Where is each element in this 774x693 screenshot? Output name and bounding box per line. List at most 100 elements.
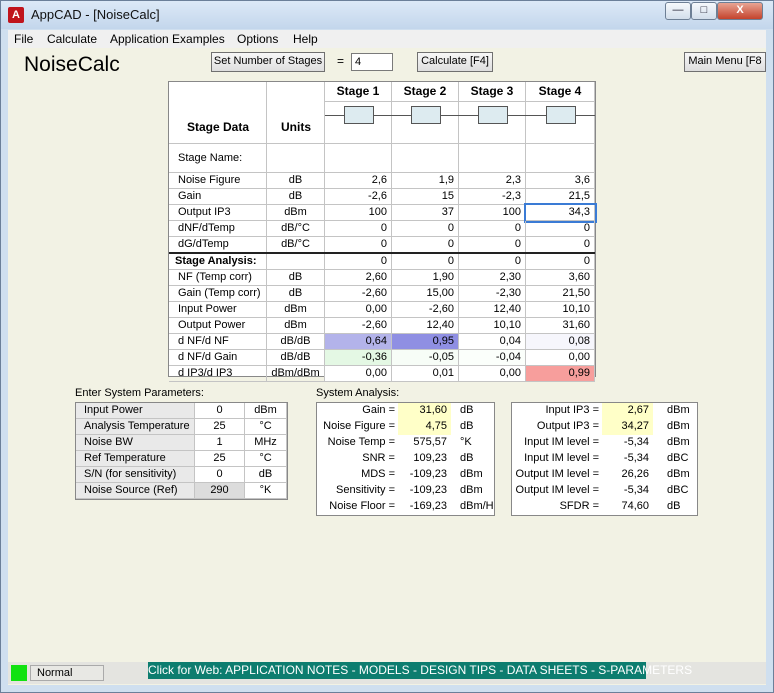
param-ref-temperature-input[interactable]: 25 [195, 451, 245, 467]
stage-analysis-value: 0 [526, 254, 595, 270]
param-input-power-input[interactable]: 0 [195, 403, 245, 419]
dg-dtemp-input[interactable]: 0 [392, 237, 459, 253]
param-noise-source-ref-label: Noise Source (Ref) [76, 483, 195, 499]
output-ip3-input[interactable]: 34,3 [524, 203, 597, 223]
output-ip3-input[interactable]: 37 [392, 205, 459, 221]
sys-input-im-level-dbm-value: -5,34 [623, 436, 649, 448]
dg-dtemp-input[interactable]: 0 [325, 237, 392, 253]
sys-input-im-level-dbm-unit: dBm [667, 436, 690, 448]
input-power-value: 12,40 [459, 302, 526, 318]
param-analysis-temperature-label: Analysis Temperature [76, 419, 195, 435]
gain-input[interactable]: 15 [392, 189, 459, 205]
param-input-power-label: Input Power [76, 403, 195, 419]
dnf-dtemp-input[interactable]: 0 [526, 221, 595, 237]
minimize-button[interactable]: — [665, 2, 691, 20]
dnf-dgain-value: 0,00 [526, 350, 595, 366]
sys-noise-temp-value: 575,57 [413, 436, 447, 448]
stage-name-input[interactable] [325, 144, 392, 173]
stage-name-input[interactable] [459, 144, 526, 173]
system-analysis-title: System Analysis: [316, 387, 400, 399]
noise-figure-input[interactable]: 2,6 [325, 173, 392, 189]
dnf-dnf-value: 0,95 [392, 334, 459, 350]
param-noise-bw-label: Noise BW [76, 435, 195, 451]
param-ref-temperature-label: Ref Temperature [76, 451, 195, 467]
output-ip3-input[interactable]: 100 [459, 205, 526, 221]
sys-noise-temp-unit: °K [460, 436, 472, 448]
output-ip3-input[interactable]: 100 [325, 205, 392, 221]
menu-file[interactable]: File [14, 32, 33, 46]
input-power-value: 10,10 [526, 302, 595, 318]
dip3-dip3-value: 0,99 [526, 366, 595, 382]
gain-temp-corr-value: -2,30 [459, 286, 526, 302]
stage-analysis-value: 0 [325, 254, 392, 270]
sys-noise-figure-unit: dB [460, 420, 474, 432]
calculate-button[interactable]: Calculate [F4] [417, 52, 493, 72]
sys-noise-figure-label: Noise Figure = [323, 420, 395, 432]
gain-input[interactable]: -2,3 [459, 189, 526, 205]
sys-gain-label: Gain = [362, 404, 395, 416]
sys-snr-label: SNR = [362, 452, 395, 464]
sys-snr-value: 109,23 [413, 452, 447, 464]
gain-temp-corr-value: 21,50 [526, 286, 595, 302]
maximize-button[interactable]: □ [691, 2, 717, 20]
param-input-power-unit: dBm [245, 403, 287, 419]
dnf-dtemp-input[interactable]: 0 [459, 221, 526, 237]
noisecalc-panel: NoiseCalc Set Number of Stages = 4 Calcu… [8, 48, 766, 685]
dnf-dtemp-input[interactable]: 0 [325, 221, 392, 237]
dnf-dtemp-unit: dB/°C [267, 221, 325, 237]
menu-options[interactable]: Options [237, 32, 278, 46]
dnf-dgain-value: -0,05 [392, 350, 459, 366]
param-noise-bw-input[interactable]: 1 [195, 435, 245, 451]
gain-temp-corr-value: 15,00 [392, 286, 459, 302]
sys-gain-unit: dB [460, 404, 474, 416]
dnf-dnf-value: 0,64 [325, 334, 392, 350]
dnf-dnf-value: 0,08 [526, 334, 595, 350]
param-analysis-temperature-input[interactable]: 25 [195, 419, 245, 435]
nf-temp-corr-value: 2,60 [325, 270, 392, 286]
stage-header: Stage 3 [459, 82, 526, 102]
set-number-of-stages-button[interactable]: Set Number of Stages [211, 52, 325, 72]
system-params-title: Enter System Parameters: [75, 387, 204, 399]
menu-bar: File Calculate Application Examples Opti… [8, 30, 766, 48]
gain-label: Gain [169, 189, 267, 205]
nf-temp-corr-unit: dB [267, 270, 325, 286]
sys-mds-value: -109,23 [409, 468, 447, 480]
param-noise-source-ref-input[interactable]: 290 [195, 483, 245, 499]
output-power-value: 31,60 [526, 318, 595, 334]
dnf-dtemp-input[interactable]: 0 [392, 221, 459, 237]
sys-input-ip3-label: Input IP3 = [545, 404, 599, 416]
stage-name-input[interactable] [526, 144, 595, 173]
menu-help[interactable]: Help [293, 32, 318, 46]
stage-block-icon [545, 106, 576, 124]
input-power-value: -2,60 [392, 302, 459, 318]
dg-dtemp-label: dG/dTemp [169, 237, 267, 253]
sys-input-im-level-dbc-label: Input IM level = [524, 452, 599, 464]
nf-temp-corr-value: 2,30 [459, 270, 526, 286]
stages-count-input[interactable]: 4 [351, 53, 393, 71]
stage-block-icon [343, 106, 374, 124]
menu-calculate[interactable]: Calculate [47, 32, 97, 46]
menu-application-examples[interactable]: Application Examples [110, 32, 225, 46]
output-ip3-label: Output IP3 [169, 205, 267, 221]
gain-input[interactable]: 21,5 [526, 189, 595, 205]
noise-figure-input[interactable]: 1,9 [392, 173, 459, 189]
equals-sign: = [337, 54, 345, 68]
web-links-banner[interactable]: Click for Web: APPLICATION NOTES - MODEL… [148, 662, 692, 679]
stage-analysis-value: 0 [459, 254, 526, 270]
noise-figure-input[interactable]: 2,3 [459, 173, 526, 189]
dg-dtemp-input[interactable]: 0 [459, 237, 526, 253]
sys-output-im-level-dbc-label: Output IM level = [515, 484, 599, 496]
param-sn-sensitivity-input[interactable]: 0 [195, 467, 245, 483]
stage-name-unit-cell [267, 144, 325, 173]
main-menu-button[interactable]: Main Menu [F8 [684, 52, 766, 72]
dg-dtemp-input[interactable]: 0 [526, 237, 595, 253]
title-bar: A AppCAD - [NoiseCalc] — □ X [1, 1, 773, 29]
stage-name-input[interactable] [392, 144, 459, 173]
gain-input[interactable]: -2,6 [325, 189, 392, 205]
sys-output-im-level-dbm-value: 26,26 [621, 468, 649, 480]
sys-sfdr-value: 74,60 [621, 500, 649, 512]
page-title: NoiseCalc [24, 53, 120, 76]
sys-noise-floor-unit: dBm/Hz [460, 500, 494, 512]
close-button[interactable]: X [717, 2, 763, 20]
noise-figure-input[interactable]: 3,6 [526, 173, 595, 189]
